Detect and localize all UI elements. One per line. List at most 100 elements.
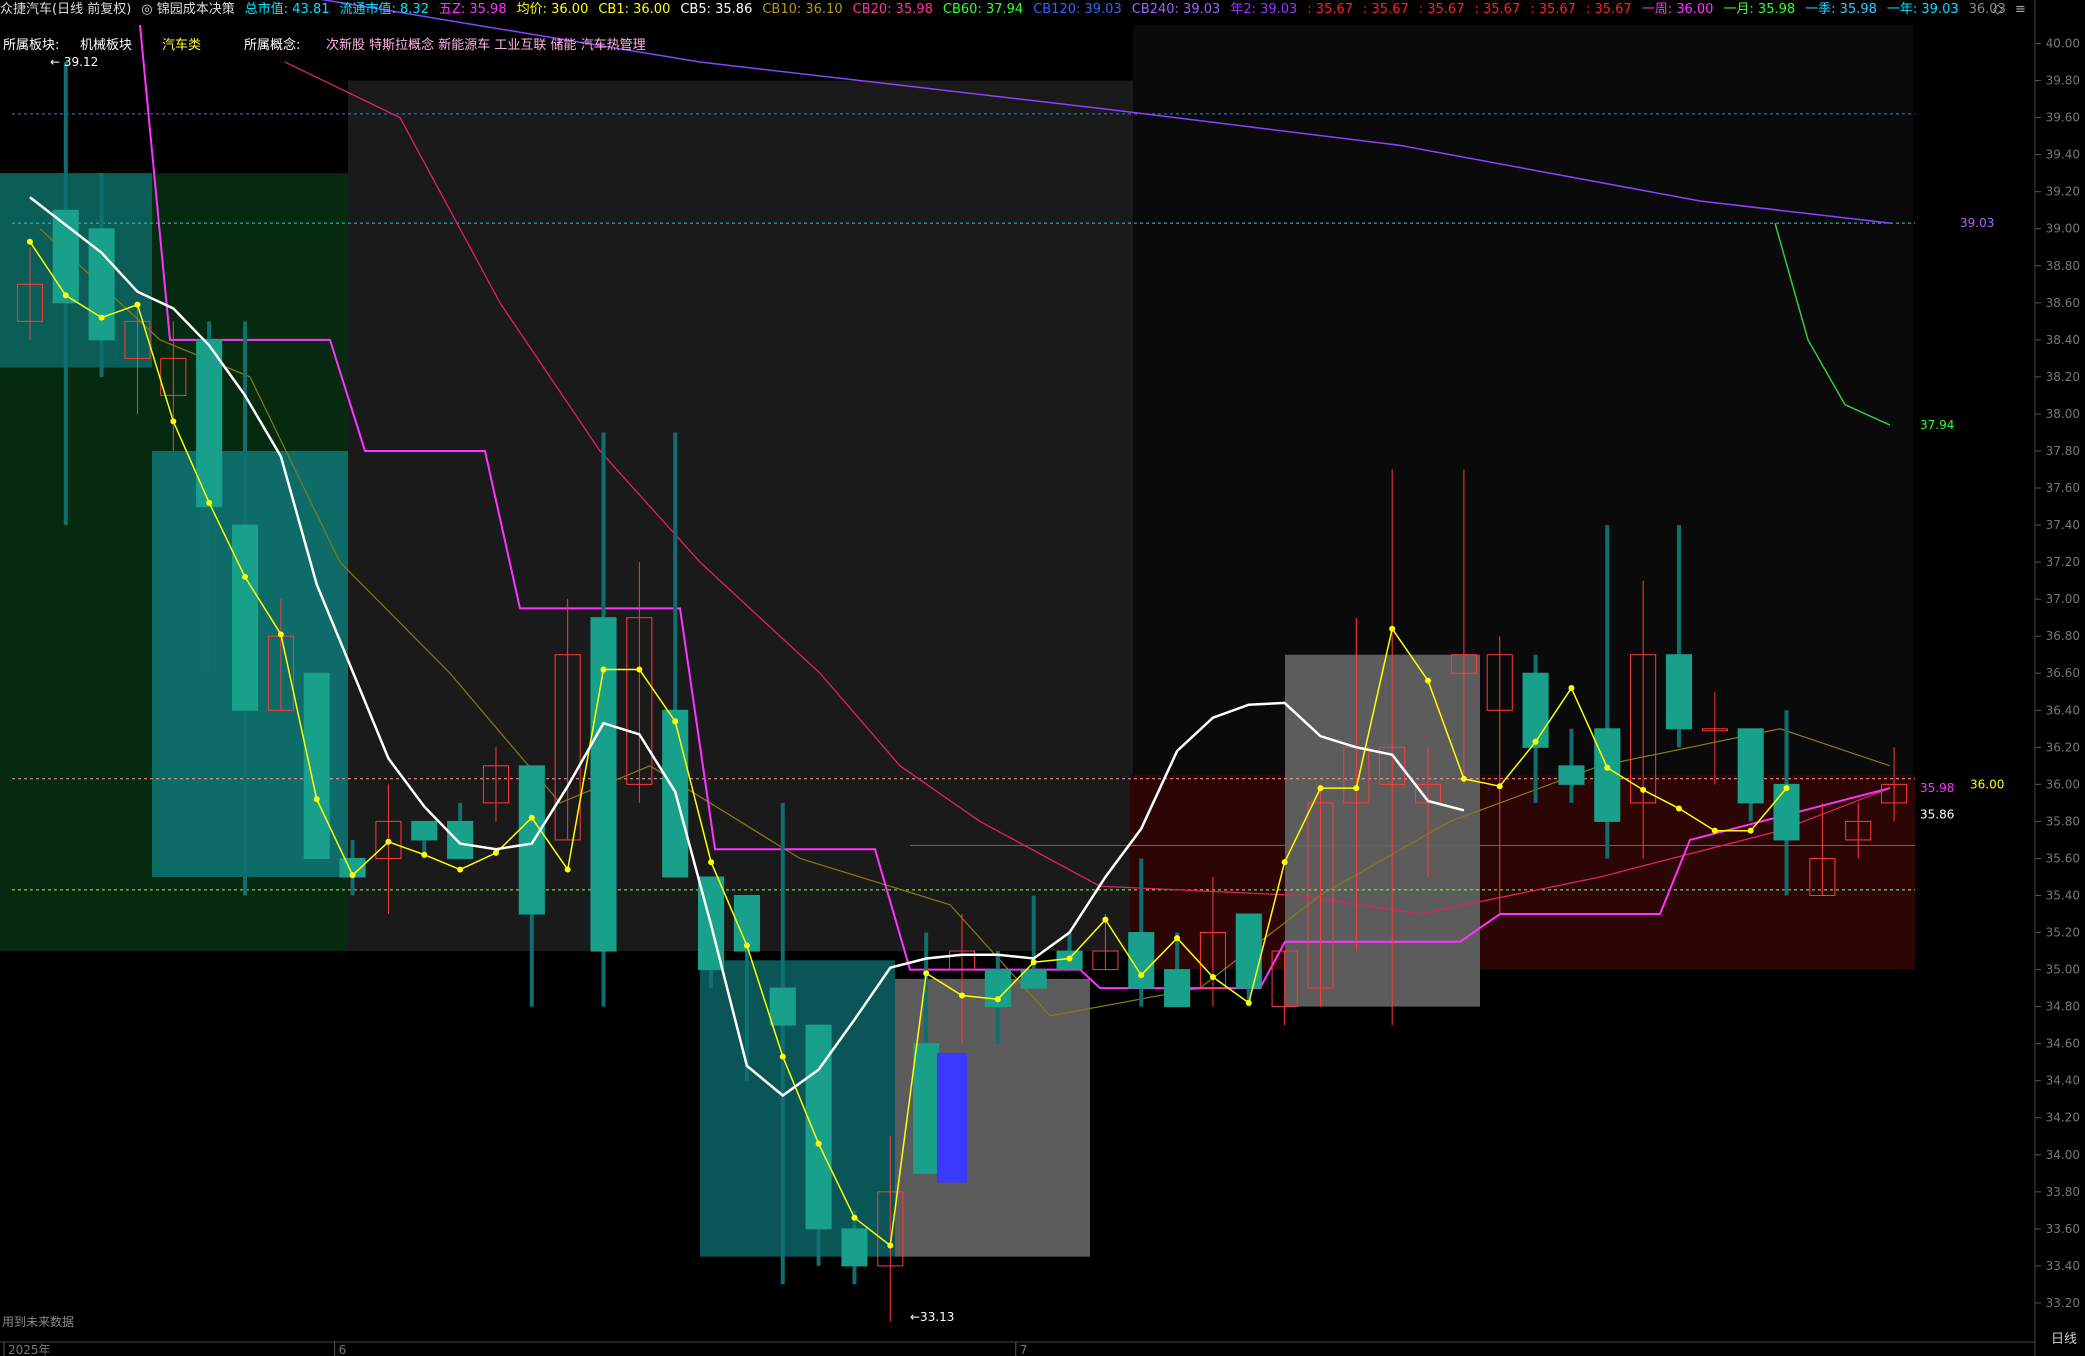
candle-body — [231, 524, 259, 711]
y-tick-label: 36.80 — [2046, 629, 2080, 643]
period-label[interactable]: 日线 — [2051, 1328, 2077, 1347]
future-data-note: 用到未来数据 — [2, 1315, 75, 1329]
candle-body — [1665, 654, 1693, 730]
y-tick-label: 34.20 — [2046, 1111, 2080, 1125]
candle-body — [411, 820, 438, 841]
candle-body — [1235, 913, 1262, 989]
menu-icon[interactable]: ≡ — [2015, 2, 2026, 17]
series-point — [1783, 785, 1790, 792]
series-point — [1747, 827, 1754, 834]
x-tick-label: 7 — [1020, 1343, 1028, 1356]
y-tick-label: 35.40 — [2046, 888, 2080, 902]
series-point — [994, 996, 1001, 1003]
series-point — [708, 859, 715, 866]
y-tick-label: 35.80 — [2046, 814, 2080, 828]
industry-label[interactable]: 汽车类 — [162, 34, 201, 53]
series-point — [1245, 999, 1252, 1006]
info-item: : 35.67 — [1530, 2, 1576, 17]
concept-list[interactable]: 次新股 特斯拉概念 新能源车 工业互联 储能 汽车热管理 — [326, 34, 646, 53]
info-item: 五Z: 35.98 — [438, 2, 507, 17]
y-tick-label: 34.80 — [2046, 1000, 2080, 1014]
cb5-value-label: 35.86 — [1920, 807, 1954, 821]
x-tick-label: 2025年 — [8, 1343, 51, 1356]
info-item: : 35.67 — [1585, 2, 1632, 17]
info-item: CB20: 35.98 — [852, 2, 933, 17]
candle-body — [1773, 783, 1800, 841]
concept-label: 所属概念: — [244, 38, 301, 53]
info-item: CB240: 39.03 — [1131, 2, 1221, 17]
x-tick-label: 6 — [339, 1343, 347, 1356]
series-point — [851, 1214, 858, 1221]
info-item: 一月: 35.98 — [1723, 2, 1796, 17]
candle-body — [1594, 728, 1621, 822]
series-point — [1604, 764, 1611, 771]
series-point — [1102, 916, 1109, 923]
series-point — [887, 1242, 894, 1249]
y-tick-label: 39.00 — [2046, 222, 2080, 236]
series-point — [1425, 677, 1432, 684]
y-tick-label: 33.40 — [2046, 1259, 2080, 1273]
series-point — [1675, 805, 1682, 812]
series-point — [62, 292, 69, 299]
series-point — [421, 851, 428, 858]
series-point — [815, 1140, 822, 1147]
candle-body — [841, 1228, 868, 1267]
series-point — [1209, 973, 1216, 980]
series-point — [98, 314, 105, 321]
series-point — [206, 499, 213, 506]
series-point — [1532, 738, 1539, 745]
candle-body — [303, 672, 330, 859]
y-tick-label: 38.80 — [2046, 259, 2080, 273]
series-point — [959, 992, 965, 999]
sector-label: 所属板块: — [3, 38, 60, 53]
y-tick-label: 35.20 — [2046, 926, 2080, 940]
sector-value[interactable]: 机械板块 — [80, 34, 132, 53]
series-point — [1389, 625, 1396, 632]
min-price-label: ←33.13 — [910, 1310, 954, 1324]
series-point — [923, 970, 930, 977]
diamond-icon[interactable]: ◇ — [1993, 2, 2003, 17]
candle-body — [447, 820, 474, 859]
series-point — [1496, 783, 1503, 790]
series-point — [1460, 775, 1467, 782]
info-item: 年2: 39.03 — [1230, 2, 1298, 17]
cb60-value-label: 37.94 — [1920, 418, 1954, 432]
y-tick-label: 38.00 — [2046, 407, 2080, 421]
y-tick-label: 35.00 — [2046, 963, 2080, 977]
info-item: : 35.67 — [1307, 2, 1354, 17]
series-point — [743, 942, 750, 949]
cb240-value-label: 39.03 — [1960, 216, 1994, 230]
info-item: CB120: 39.03 — [1033, 2, 1122, 17]
y-tick-label: 39.80 — [2046, 74, 2080, 88]
highlight-candle — [937, 1052, 967, 1183]
series-point — [636, 666, 643, 673]
series-point — [26, 238, 33, 245]
series-point — [134, 301, 141, 308]
series-point — [457, 866, 464, 873]
info-item: 流通市值: 8.32 — [339, 2, 429, 17]
info-item: CB10: 36.10 — [762, 2, 843, 17]
y-tick-label: 38.40 — [2046, 333, 2080, 347]
series-point — [1030, 959, 1037, 966]
series-point — [170, 418, 177, 425]
candlestick-chart[interactable]: 33.20 33.40 33.60 33.80 34.00 34.20 34.40 34.60… — [0, 0, 2085, 1356]
series-point — [492, 849, 499, 856]
info-item: : 35.67 — [1363, 2, 1409, 17]
series-point — [349, 872, 356, 879]
candle-body — [913, 1043, 940, 1174]
info-item: : 35.67 — [1418, 2, 1465, 17]
y-tick-label: 36.60 — [2046, 666, 2080, 680]
y-tick-label: 37.00 — [2046, 592, 2080, 606]
candle-body — [1020, 969, 1047, 989]
cb1-value-label: 36.00 — [1970, 777, 2004, 791]
series-point — [1066, 955, 1073, 962]
y-tick-label: 39.40 — [2046, 148, 2080, 162]
series-point — [528, 814, 535, 821]
y-tick-label: 37.80 — [2046, 444, 2080, 458]
y-tick-label: 33.20 — [2046, 1296, 2080, 1310]
info-item: : 35.67 — [1474, 2, 1521, 17]
y-tick-label: 33.80 — [2046, 1185, 2080, 1199]
y-tick-label: 39.60 — [2046, 111, 2080, 125]
candle-body — [769, 987, 796, 1026]
info-item: CB1: 36.00 — [598, 2, 671, 17]
